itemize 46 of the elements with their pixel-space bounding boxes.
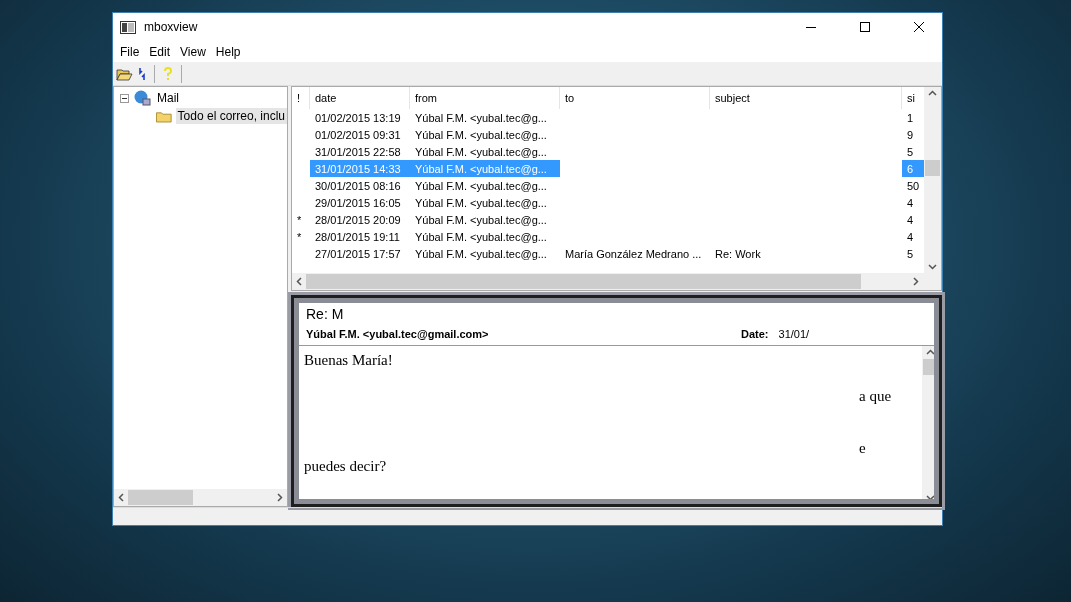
mail-row[interactable]: 29/01/2015 16:05 Yúbal F.M. <yubal.tec@g... 4 xyxy=(292,194,924,211)
vertical-scrollbar[interactable] xyxy=(924,87,941,273)
mail-row[interactable]: 31/01/2015 22:58 Yúbal F.M. <yubal.tec@g... 5 xyxy=(292,143,924,160)
message-text: puedes decir? xyxy=(304,458,387,474)
window-title: mboxview xyxy=(144,20,199,34)
scroll-up-icon[interactable] xyxy=(928,90,937,96)
column-header[interactable]: from xyxy=(410,87,560,109)
collapse-toggle-icon[interactable] xyxy=(120,93,129,103)
menu-item[interactable]: File xyxy=(115,44,145,59)
scroll-right-icon[interactable] xyxy=(277,493,283,502)
menu-item[interactable]: View xyxy=(175,44,211,59)
mail-row[interactable]: * 28/01/2015 20:09 Yúbal F.M. <yubal.tec@g... 4 xyxy=(292,211,924,228)
message-text: Buenas María! xyxy=(304,352,393,368)
column-header[interactable]: ! xyxy=(292,87,310,109)
message-text: e xyxy=(859,440,866,456)
message-text: a que xyxy=(859,388,892,404)
mail-row[interactable]: 27/01/2015 17:57 Yúbal F.M. <yubal.tec@g... María González Medrano ... Re: Work 5 xyxy=(292,245,924,262)
column-header[interactable]: date xyxy=(310,87,410,109)
mail-row[interactable]: 30/01/2015 08:16 Yúbal F.M. <yubal.tec@g... 50 xyxy=(292,177,924,194)
horizontal-scrollbar[interactable] xyxy=(114,489,287,506)
refresh-icon[interactable] xyxy=(137,66,147,81)
scrollbar-thumb[interactable] xyxy=(925,160,940,176)
menu-item[interactable]: Edit xyxy=(144,44,176,59)
computer-globe-icon xyxy=(133,90,151,106)
date-label: Date: xyxy=(741,328,769,340)
horizontal-scrollbar[interactable] xyxy=(292,273,941,290)
scroll-down-icon[interactable] xyxy=(926,495,935,501)
folder-icon xyxy=(156,109,172,123)
scroll-left-icon[interactable] xyxy=(118,493,124,502)
column-header[interactable]: subject xyxy=(710,87,902,109)
mail-row[interactable]: 01/02/2015 13:19 Yúbal F.M. <yubal.tec@g... 1 xyxy=(292,109,924,126)
mail-row[interactable]: * 28/01/2015 19:11 Yúbal F.M. <yubal.tec@g... 4 xyxy=(292,228,924,245)
tree-item[interactable]: Todo el correo, inclu xyxy=(175,108,287,124)
scroll-down-icon[interactable] xyxy=(928,264,937,270)
menu-item[interactable]: Help xyxy=(210,44,246,59)
open-folder-icon[interactable] xyxy=(116,66,133,81)
scroll-right-icon[interactable] xyxy=(913,277,919,286)
app-icon xyxy=(120,20,136,34)
message-subject: Re: M xyxy=(306,306,345,324)
message-date: 31/01/ xyxy=(777,328,810,340)
mail-row[interactable]: 01/02/2015 09:31 Yúbal F.M. <yubal.tec@g... 9 xyxy=(292,126,924,143)
scroll-up-icon[interactable] xyxy=(926,349,935,355)
message-sender: Yúbal F.M. <yubal.tec@gmail.com> xyxy=(306,328,490,340)
tree-item[interactable]: Mail xyxy=(155,90,181,106)
scroll-left-icon[interactable] xyxy=(296,277,302,286)
column-header[interactable]: to xyxy=(560,87,710,109)
